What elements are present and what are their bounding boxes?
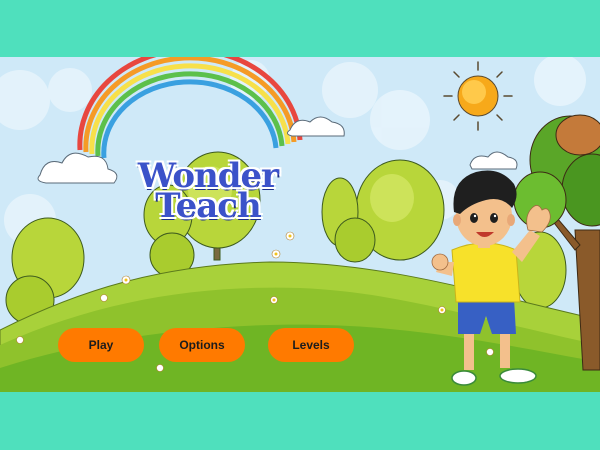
options-button[interactable]: Options [159,328,245,362]
levels-button[interactable]: Levels [268,328,354,362]
play-button[interactable]: Play [58,328,144,362]
game-title-logo: Wonder Teach [118,159,298,223]
